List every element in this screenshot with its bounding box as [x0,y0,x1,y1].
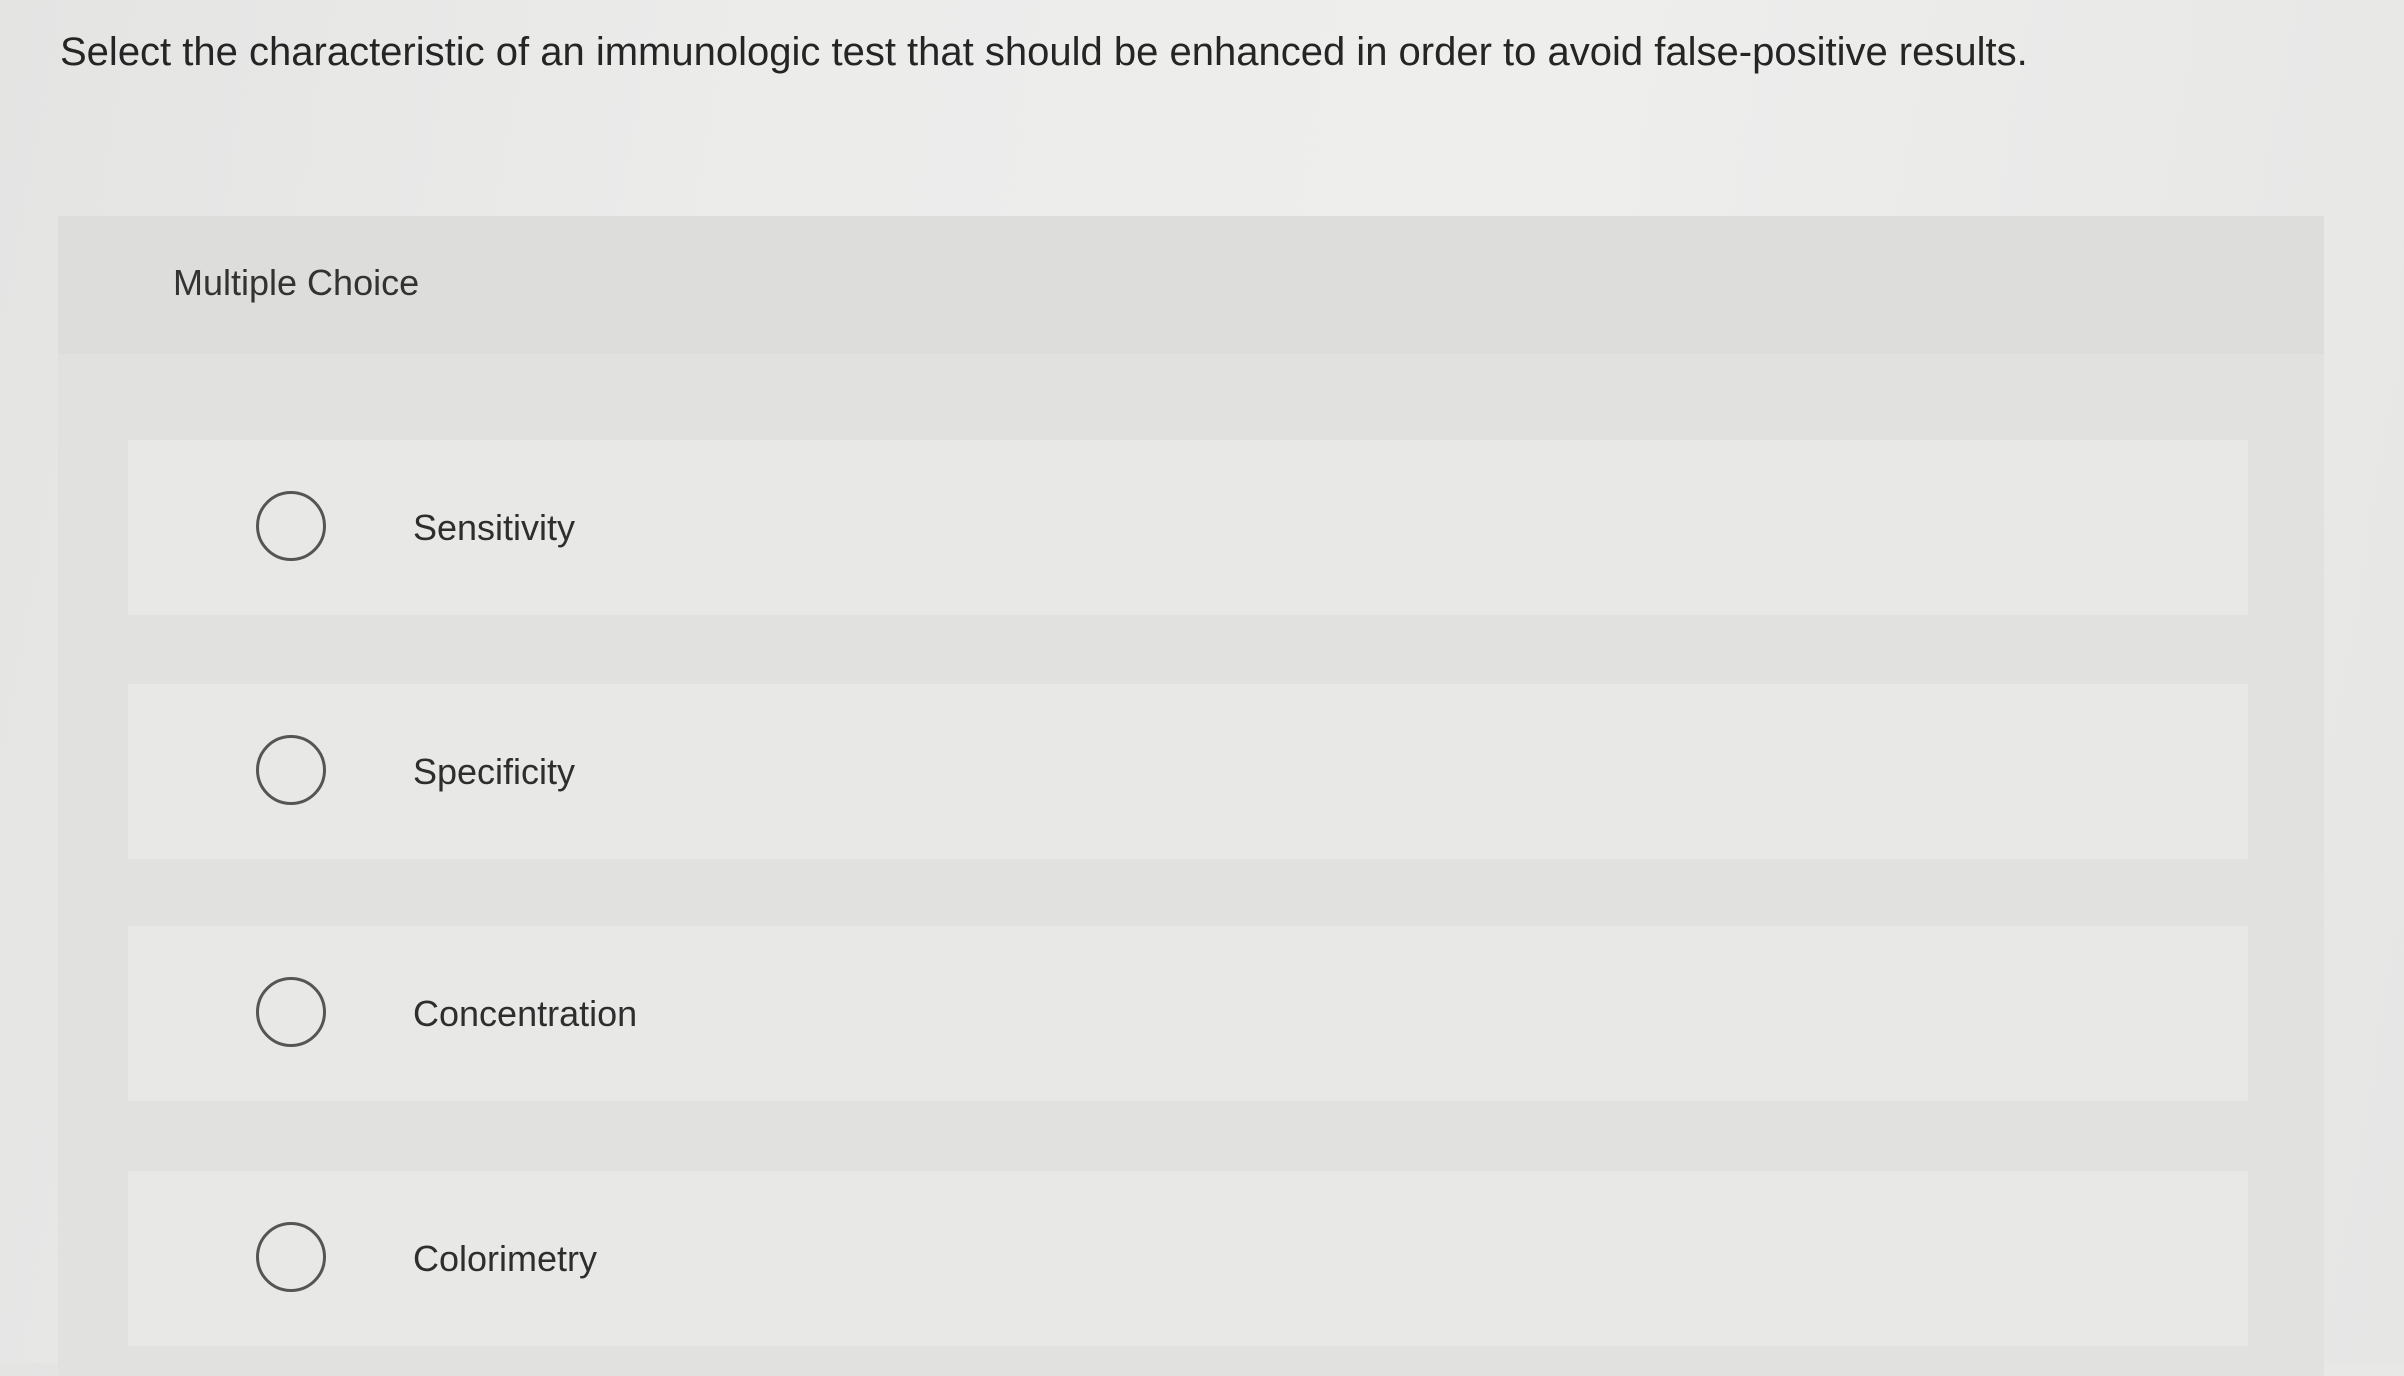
option-label: Colorimetry [413,1237,598,1279]
option-specificity[interactable]: Specificity [128,684,2248,859]
option-concentration[interactable]: Concentration [128,926,2248,1101]
radio-button-icon[interactable] [256,976,326,1047]
option-label: Concentration [413,992,638,1034]
radio-button-icon[interactable] [256,490,326,561]
multiple-choice-panel: Multiple Choice Sensitivity Specificity … [58,216,2324,1376]
option-label: Sensitivity [413,506,576,548]
option-label: Specificity [413,750,576,792]
question-text: Select the characteristic of an immunolo… [60,30,2028,74]
multiple-choice-label: Multiple Choice [173,262,420,303]
option-colorimetry[interactable]: Colorimetry [128,1171,2248,1346]
multiple-choice-header: Multiple Choice [58,216,2324,354]
radio-button-icon[interactable] [256,734,326,805]
option-sensitivity[interactable]: Sensitivity [128,440,2248,615]
radio-button-icon[interactable] [256,1221,326,1292]
